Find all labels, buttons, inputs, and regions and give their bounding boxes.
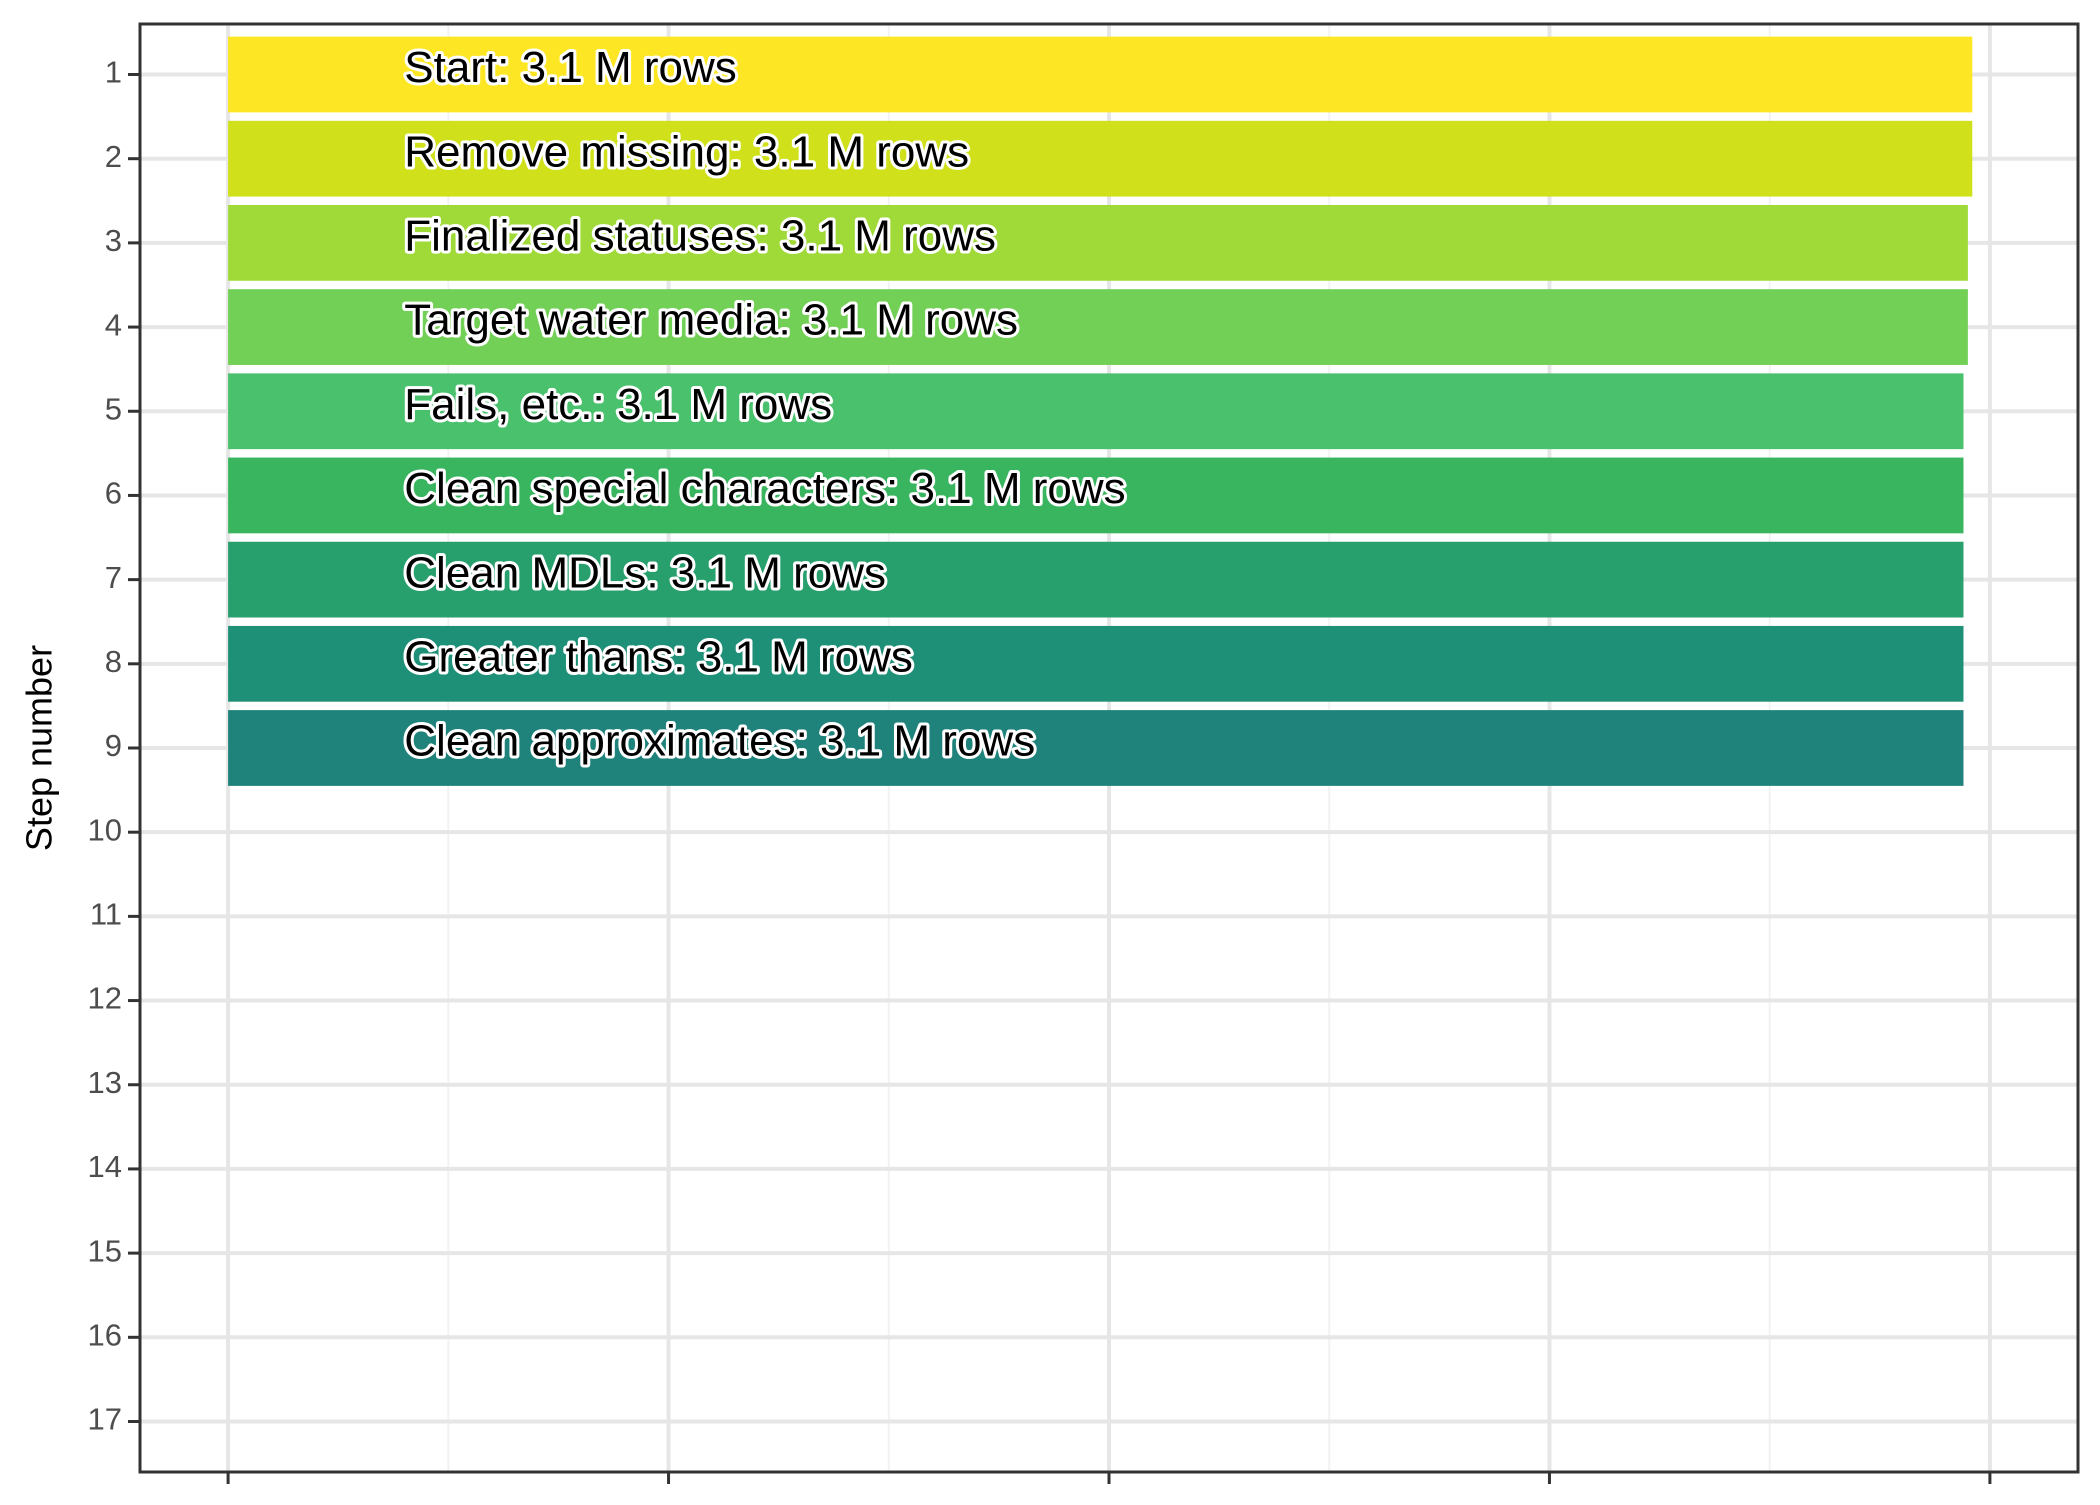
- bar-label-step-8: Greater thans: 3.1 M rows: [404, 632, 913, 681]
- y-tick-label: 15: [88, 1233, 122, 1268]
- bar-label-step-6: Clean special characters: 3.1 M rows: [404, 464, 1125, 513]
- y-axis-title: Step number: [19, 645, 60, 851]
- y-tick-label: 9: [105, 728, 122, 763]
- bar-label-step-1: Start: 3.1 M rows: [404, 43, 737, 92]
- y-tick-label: 5: [105, 391, 122, 426]
- bar-label-step-7: Clean MDLs: 3.1 M rows: [404, 548, 886, 597]
- bar-chart: Start: 3.1 M rows Remove missing: 3.1 M r…: [0, 0, 2100, 1500]
- y-tick-label: 6: [105, 476, 122, 511]
- bar-label-step-4: Target water media: 3.1 M rows: [404, 296, 1018, 345]
- y-tick-label: 17: [88, 1402, 122, 1437]
- y-tick-label: 11: [90, 897, 122, 932]
- bar-label-step-2: Remove missing: 3.1 M rows: [404, 127, 969, 176]
- y-tick-label: 2: [105, 139, 122, 174]
- y-tick-label: 12: [88, 981, 122, 1016]
- chart-container: Start: 3.1 M rows Remove missing: 3.1 M r…: [0, 0, 2100, 1500]
- y-tick-label: 4: [105, 307, 122, 342]
- y-tick-label: 14: [88, 1149, 122, 1184]
- y-tick-label: 13: [88, 1065, 122, 1100]
- bar-label-step-9: Clean approximates: 3.1 M rows: [404, 717, 1035, 766]
- y-tick-label: 7: [105, 560, 122, 595]
- bar-label-step-5: Fails, etc.: 3.1 M rows: [404, 380, 832, 429]
- y-tick-label: 8: [105, 644, 122, 679]
- y-tick-label: 3: [105, 223, 122, 258]
- y-tick-label: 10: [88, 812, 122, 847]
- y-tick-label: 16: [88, 1317, 122, 1352]
- y-tick-label: 1: [105, 55, 122, 90]
- bar-label-step-3: Finalized statuses: 3.1 M rows: [404, 212, 996, 261]
